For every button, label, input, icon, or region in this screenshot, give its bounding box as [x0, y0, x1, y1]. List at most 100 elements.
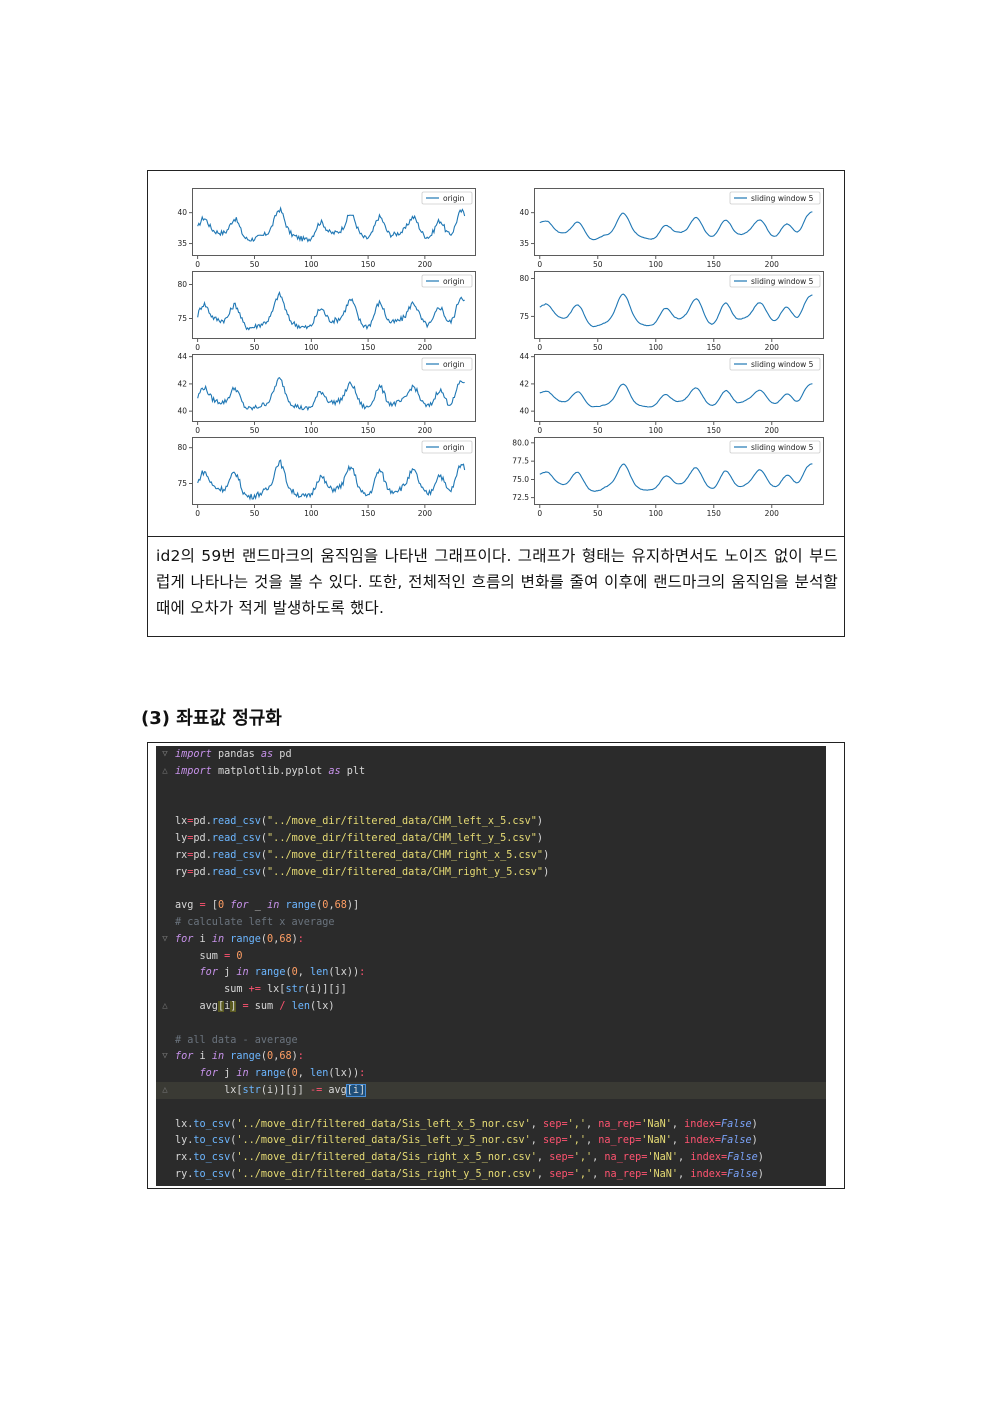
legend-label: origin	[443, 443, 465, 452]
code-line: avg = [0 for _ in range(0,68)]	[156, 897, 826, 914]
code-line: ▽ for i in range(0,68):	[156, 931, 826, 948]
y-tick-label: 75.0	[512, 475, 529, 484]
x-tick-label: 200	[765, 509, 780, 518]
code-line	[156, 796, 826, 813]
x-tick-label: 150	[707, 260, 722, 269]
code-line: ly.to_csv('../move_dir/filtered_data/Sis…	[156, 1132, 826, 1149]
y-tick-label: 75	[177, 314, 187, 323]
code-line: sum += lx[str(i)][j]	[156, 981, 826, 998]
legend-label: sliding window 5	[751, 443, 814, 452]
legend-label: origin	[443, 360, 465, 369]
code-line: △ lx[str(i)][j] -= avg[i]	[156, 1082, 826, 1099]
x-tick-label: 50	[250, 426, 260, 435]
code-line: △ avg[i] = sum / len(lx)	[156, 998, 826, 1015]
x-tick-label: 0	[195, 343, 200, 352]
gutter-marker: △	[162, 1001, 168, 1011]
code-box: ▽ import pandas as pd △ import matplotlib.p…	[147, 742, 845, 1189]
code-line: ▽ import pandas as pd	[156, 746, 826, 763]
chart-panel: 0 50 100 150 200 40 42 44 sliding window 5	[519, 352, 824, 436]
chart-svg: 0 50 100 150 200 75 80 origin	[177, 271, 476, 352]
code-editor: ▽ import pandas as pd △ import matplotlib.p…	[156, 746, 826, 1186]
chart-svg: 0 50 100 150 200 40 42 44 origin	[177, 352, 476, 435]
code-line: ry.to_csv('../move_dir/filtered_data/Sis…	[156, 1166, 826, 1183]
code-text: ry=pd.read_csv("../move_dir/filtered_dat…	[175, 866, 550, 878]
gutter-marker	[156, 914, 174, 931]
gutter-marker	[156, 1149, 174, 1166]
code-line: ry=pd.read_csv("../move_dir/filtered_dat…	[156, 864, 826, 881]
code-text: avg[i] = sum / len(lx)	[175, 1001, 335, 1012]
y-tick-label: 80	[177, 280, 187, 289]
x-tick-label: 150	[361, 509, 376, 518]
gutter-marker	[156, 897, 174, 914]
x-tick-label: 50	[593, 260, 603, 269]
code-text: for j in range(0, len(lx)):	[199, 1068, 366, 1080]
gutter-marker: ▽	[162, 1051, 168, 1062]
gutter-marker	[156, 948, 174, 965]
gutter-marker	[156, 1032, 174, 1049]
section-title: (3) 좌표값 정규화	[141, 708, 282, 729]
gutter-marker: △	[162, 765, 168, 776]
x-tick-label: 200	[418, 260, 433, 269]
code-line	[156, 1015, 826, 1032]
y-tick-label: 35	[177, 239, 187, 248]
y-tick-label: 44	[519, 352, 529, 361]
x-tick-label: 0	[537, 343, 542, 352]
x-tick-label: 0	[195, 426, 200, 435]
x-tick-label: 0	[195, 509, 200, 518]
x-tick-label: 50	[593, 343, 603, 352]
x-tick-label: 100	[649, 509, 664, 518]
chart-svg: 0 50 100 150 200 40 42 44 sliding window 5	[519, 352, 824, 435]
chart-panel: 0 50 100 150 200 75 80 origin	[177, 271, 476, 353]
legend-label: origin	[443, 194, 465, 203]
gutter-marker	[156, 780, 174, 797]
code-text: rx.to_csv('../move_dir/filtered_data/Sis…	[175, 1152, 764, 1164]
gutter-marker	[156, 796, 174, 813]
code-line: ▽ for i in range(0,68):	[156, 1048, 826, 1065]
code-text: avg = [0 for _ in range(0,68)]	[175, 900, 360, 912]
y-tick-label: 75	[177, 479, 187, 488]
code-text: lx=pd.read_csv("../move_dir/filtered_dat…	[175, 816, 544, 828]
gutter-marker: ▽	[162, 749, 168, 759]
gutter-marker	[156, 847, 174, 864]
x-tick-label: 0	[537, 260, 542, 269]
gutter-marker	[156, 1099, 174, 1116]
code-text: ry.to_csv('../move_dir/filtered_data/Sis…	[175, 1169, 764, 1180]
gutter-marker	[156, 1166, 174, 1183]
x-tick-label: 100	[649, 260, 664, 269]
code-line: ly=pd.read_csv("../move_dir/filtered_dat…	[156, 830, 826, 847]
x-tick-label: 200	[765, 343, 780, 352]
gutter-marker	[156, 1065, 174, 1082]
y-tick-label: 72.5	[512, 493, 529, 502]
code-line: # calculate left x average	[156, 914, 826, 931]
chart-panel: 0 50 100 150 200 35 40 origin	[177, 188, 476, 270]
chart-svg: 0 50 100 150 200 75 80 origin	[177, 437, 476, 518]
code-text: sum = 0	[175, 950, 243, 962]
x-tick-label: 50	[250, 260, 260, 269]
x-tick-label: 0	[537, 509, 542, 518]
chart-svg: 0 50 100 150 200 72.5 75.0 77.5 80.0 sliding wind…	[512, 437, 824, 518]
x-tick-label: 100	[304, 343, 319, 352]
x-tick-label: 150	[361, 260, 376, 269]
code-line: for j in range(0, len(lx)):	[156, 964, 826, 981]
code-text: # calculate left x average	[175, 917, 335, 928]
gutter-marker	[156, 1015, 174, 1032]
figure-caption: id2의 59번 랜드마크의 움직임을 나타낸 그래프이다. 그래프가 형태는 …	[156, 547, 838, 617]
chart-panel: 0 50 100 150 200 75 80 sliding window 5	[519, 271, 824, 353]
code-text: for i in range(0,68):	[175, 933, 304, 945]
chart-panel: 0 50 100 150 200 35 40 sliding window 5	[519, 188, 824, 270]
gutter-marker	[156, 981, 174, 998]
code-text: for i in range(0,68):	[175, 1051, 304, 1063]
y-tick-label: 42	[177, 379, 187, 388]
y-tick-label: 42	[519, 379, 529, 388]
code-line: △ import matplotlib.pyplot as plt	[156, 763, 826, 780]
legend-label: sliding window 5	[751, 277, 814, 286]
gutter-marker: ▽	[162, 933, 168, 944]
code-line: rx.to_csv('../move_dir/filtered_data/Sis…	[156, 1149, 826, 1166]
code-line: for j in range(0, len(lx)):	[156, 1065, 826, 1082]
x-tick-label: 100	[304, 426, 319, 435]
x-tick-label: 0	[537, 426, 542, 435]
x-tick-label: 150	[707, 343, 722, 352]
code-text: sum += lx[str(i)][j]	[175, 984, 347, 996]
figure-box: 0 50 100 150 200 35 40 origin 0 50 100 150 200 35 40 sl…	[147, 170, 845, 637]
code-text: import matplotlib.pyplot as plt	[175, 765, 366, 777]
